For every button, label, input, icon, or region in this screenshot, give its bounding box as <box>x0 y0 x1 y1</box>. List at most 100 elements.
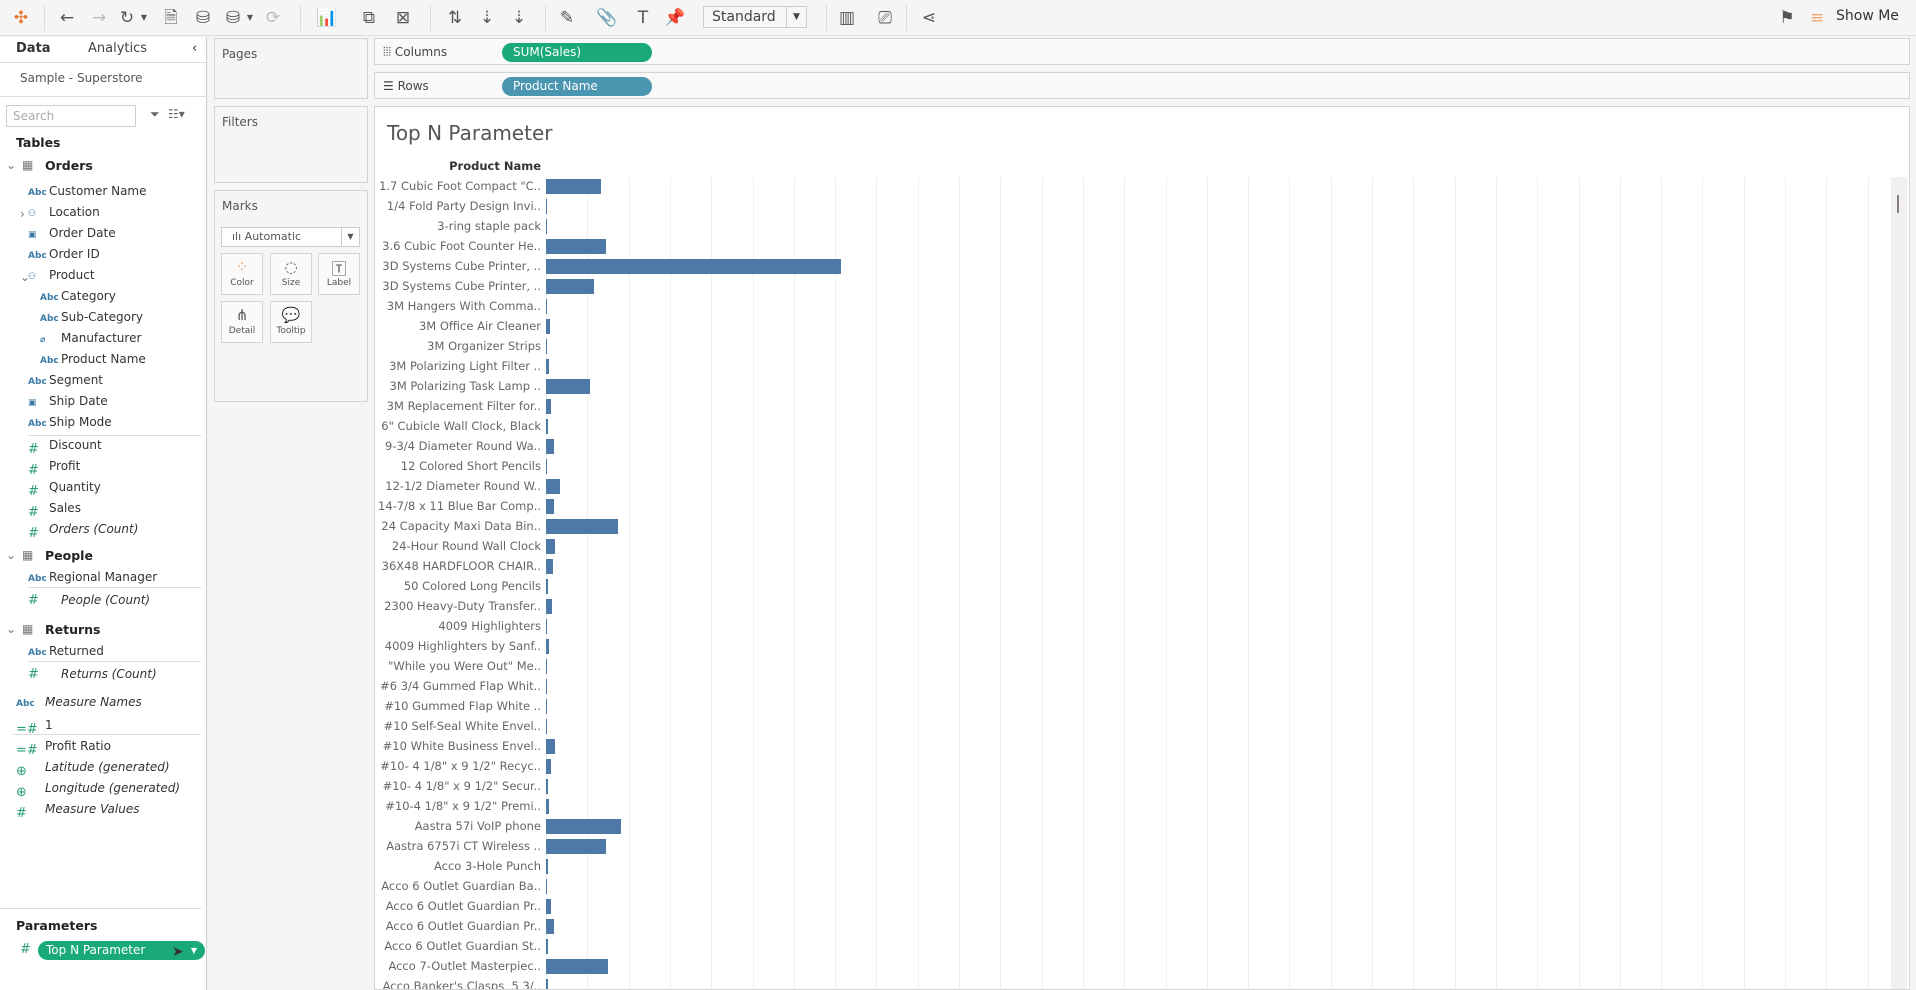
vertical-scrollbar[interactable] <box>1891 177 1907 989</box>
field-item[interactable]: Manufacturer <box>61 331 141 345</box>
row-label[interactable]: 3M Hangers With Comma.. <box>375 299 541 313</box>
chevron-down-icon[interactable]: ▼ <box>246 6 254 30</box>
bar[interactable] <box>546 319 551 334</box>
row-label[interactable]: 3M Organizer Strips <box>375 339 541 353</box>
bar[interactable] <box>546 399 551 414</box>
field-item[interactable]: Location <box>49 205 100 219</box>
bar[interactable] <box>546 299 548 314</box>
filter-icon[interactable]: ⏷ <box>150 107 160 122</box>
field-item[interactable]: People (Count) <box>61 593 150 607</box>
row-label[interactable]: #6 3/4 Gummed Flap Whit.. <box>375 679 541 693</box>
bar[interactable] <box>546 339 547 354</box>
bar[interactable] <box>546 419 549 434</box>
chevron-down-icon[interactable]: ⌄ <box>6 622 16 636</box>
new-datasource-icon[interactable]: ⛁ <box>192 6 214 30</box>
label-button[interactable]: 🅃 Label <box>318 253 360 295</box>
row-label[interactable]: Acco 3-Hole Punch <box>375 859 541 873</box>
field-item[interactable]: Product Name <box>61 352 146 366</box>
field-item[interactable]: Measure Names <box>45 695 142 709</box>
bar[interactable] <box>546 559 554 574</box>
row-label[interactable]: #10-4 1/8" x 9 1/2" Premi.. <box>375 799 541 813</box>
bar[interactable] <box>546 359 550 374</box>
row-label[interactable]: 2300 Heavy-Duty Transfer.. <box>375 599 541 613</box>
bar[interactable] <box>546 499 555 514</box>
row-label[interactable]: #10- 4 1/8" x 9 1/2" Recyc.. <box>375 759 541 773</box>
pin-icon[interactable]: 📌 <box>664 6 686 30</box>
row-label[interactable]: Acco 6 Outlet Guardian Pr.. <box>375 899 541 913</box>
group-orders[interactable]: Orders <box>45 158 93 173</box>
row-label[interactable]: 3M Replacement Filter for.. <box>375 399 541 413</box>
field-item[interactable]: Discount <box>49 438 102 452</box>
bar[interactable] <box>546 939 549 954</box>
tooltip-button[interactable]: 💬 Tooltip <box>270 301 312 343</box>
row-label[interactable]: 3.6 Cubic Foot Counter He.. <box>375 239 541 253</box>
bar[interactable] <box>546 719 547 734</box>
field-item[interactable]: Ship Mode <box>49 415 112 429</box>
bar[interactable] <box>546 579 549 594</box>
bar[interactable] <box>546 839 606 854</box>
bar[interactable] <box>546 279 594 294</box>
scroll-thumb[interactable] <box>1897 195 1899 213</box>
row-label[interactable]: 24 Capacity Maxi Data Bin.. <box>375 519 541 533</box>
search-input[interactable]: Search <box>6 105 136 127</box>
field-item[interactable]: Returned <box>49 644 104 658</box>
bar[interactable] <box>546 199 547 214</box>
redo-icon[interactable]: ↻ <box>116 6 138 30</box>
bar[interactable] <box>546 799 550 814</box>
bar[interactable] <box>546 759 551 774</box>
share-icon[interactable]: ⋖ <box>918 6 940 30</box>
tableau-logo-icon[interactable]: ✣ <box>10 6 32 30</box>
chevron-down-icon[interactable]: ▼ <box>140 6 148 30</box>
save-icon[interactable]: 🗎 <box>160 6 182 30</box>
row-label[interactable]: "While you Were Out" Me.. <box>375 659 541 673</box>
bar[interactable] <box>546 519 618 534</box>
pause-updates-icon[interactable]: ⛁ <box>222 6 244 30</box>
row-label[interactable]: #10- 4 1/8" x 9 1/2" Secur.. <box>375 779 541 793</box>
bar[interactable] <box>546 479 561 494</box>
back-icon[interactable]: ← <box>56 6 78 30</box>
row-label[interactable]: #10 White Business Envel.. <box>375 739 541 753</box>
field-item[interactable]: Category <box>61 289 116 303</box>
field-item[interactable]: Profit Ratio <box>45 739 111 753</box>
field-item[interactable]: Order Date <box>49 226 116 240</box>
view-list-icon[interactable]: ☷▾ <box>168 107 185 121</box>
field-item[interactable]: Latitude (generated) <box>45 760 170 774</box>
tab-analytics[interactable]: Analytics <box>88 41 147 56</box>
field-item[interactable]: Sub-Category <box>61 310 143 324</box>
show-cards-icon[interactable]: ▥ <box>836 6 858 30</box>
show-me-button[interactable]: Show Me <box>1836 8 1899 24</box>
field-item[interactable]: Longitude (generated) <box>45 781 180 795</box>
sort-descending-icon[interactable]: ⇣ <box>508 6 530 30</box>
highlight-icon[interactable]: ✎ <box>556 6 578 30</box>
row-label[interactable]: 6" Cubicle Wall Clock, Black <box>375 419 541 433</box>
row-label[interactable]: 4009 Highlighters <box>375 619 541 633</box>
rows-shelf[interactable]: ☰ Rows Product Name <box>374 72 1910 99</box>
row-label[interactable]: Aastra 57i VoIP phone <box>375 819 541 833</box>
group-people[interactable]: People <box>45 548 93 563</box>
field-item[interactable]: Customer Name <box>49 184 147 198</box>
bar[interactable] <box>546 259 842 274</box>
duplicate-sheet-icon[interactable]: ⧉ <box>358 6 380 30</box>
chevron-down-icon[interactable]: ⌄ <box>6 158 16 172</box>
bar[interactable] <box>546 599 552 614</box>
row-label[interactable]: 14-7/8 x 11 Blue Bar Comp.. <box>375 499 541 513</box>
field-item[interactable]: Regional Manager <box>49 570 157 584</box>
row-label[interactable]: #10 Self-Seal White Envel.. <box>375 719 541 733</box>
swap-icon[interactable]: ⇅ <box>444 6 466 30</box>
collapse-icon[interactable]: ‹ <box>192 41 197 56</box>
datasource-name[interactable]: Sample - Superstore <box>20 71 142 85</box>
row-label[interactable]: 12 Colored Short Pencils <box>375 459 541 473</box>
detail-button[interactable]: ⋔ Detail <box>221 301 263 343</box>
clear-sheet-icon[interactable]: ⊠ <box>392 6 414 30</box>
field-item[interactable]: Orders (Count) <box>49 522 138 536</box>
signpost-icon[interactable]: ⚑ <box>1776 6 1798 30</box>
row-label[interactable]: 36X48 HARDFLOOR CHAIR.. <box>375 559 541 573</box>
new-worksheet-icon[interactable]: 📊 <box>316 6 338 30</box>
columns-shelf[interactable]: ⦙⦙⦙ Columns SUM(Sales) <box>374 38 1910 65</box>
row-label[interactable]: 4009 Highlighters by Sanf.. <box>375 639 541 653</box>
group-returns[interactable]: Returns <box>45 622 100 637</box>
row-label[interactable]: 3D Systems Cube Printer, .. <box>375 259 541 273</box>
field-item[interactable]: Segment <box>49 373 103 387</box>
chevron-down-icon[interactable]: ⌄ <box>6 548 16 562</box>
row-label[interactable]: 1/4 Fold Party Design Invi.. <box>375 199 541 213</box>
